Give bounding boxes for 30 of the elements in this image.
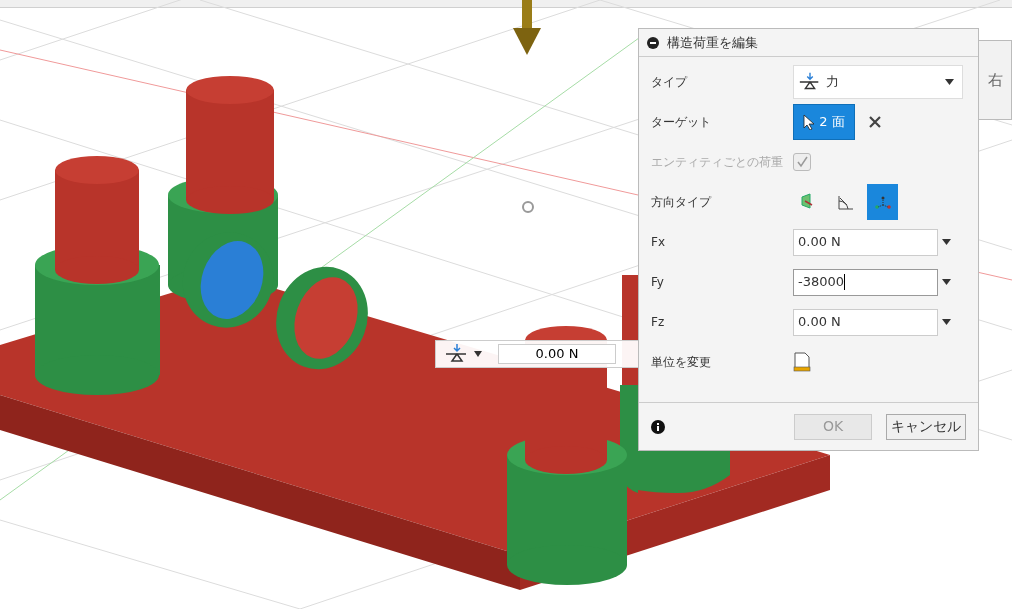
force-input-field[interactable]: 0.00 N	[793, 228, 938, 256]
field-label: 単位を変更	[651, 354, 712, 371]
pivot-icon[interactable]	[522, 201, 534, 213]
cancel-button[interactable]: キャンセル	[886, 413, 966, 440]
dialog-title: 構造荷重を編集	[667, 33, 758, 52]
info-icon[interactable]	[651, 419, 665, 434]
cursor-icon	[803, 114, 816, 130]
force-input-field[interactable]: 0.00 N	[793, 308, 938, 336]
force-arrow-icon[interactable]	[513, 0, 541, 55]
units-document-icon[interactable]	[793, 352, 811, 372]
field-label: Fx	[651, 234, 666, 251]
field-label: Fz	[651, 314, 666, 331]
load-type-icon[interactable]	[444, 344, 482, 364]
caret-icon[interactable]	[942, 319, 951, 325]
type-dropdown[interactable]: 力	[793, 65, 963, 99]
force-value-field[interactable]: 0.00 N	[498, 344, 616, 364]
field-label: 方向タイプ	[651, 194, 713, 211]
field-label: ターゲット	[651, 114, 712, 131]
force-input-field[interactable]: -38000	[793, 268, 938, 296]
caret-icon[interactable]	[942, 239, 951, 245]
caret-icon	[945, 79, 954, 85]
target-select-button[interactable]: 2 面	[793, 104, 855, 140]
collapse-icon[interactable]	[647, 36, 659, 49]
field-label: エンティティごとの荷重	[651, 154, 784, 171]
field-label: Fy	[651, 274, 665, 291]
field-label: タイプ	[651, 74, 689, 91]
dropdown-value: 力	[826, 73, 839, 92]
view-cube[interactable]: 右	[978, 40, 1012, 120]
caret-icon[interactable]	[942, 279, 951, 285]
clear-selection-icon[interactable]	[869, 116, 881, 128]
